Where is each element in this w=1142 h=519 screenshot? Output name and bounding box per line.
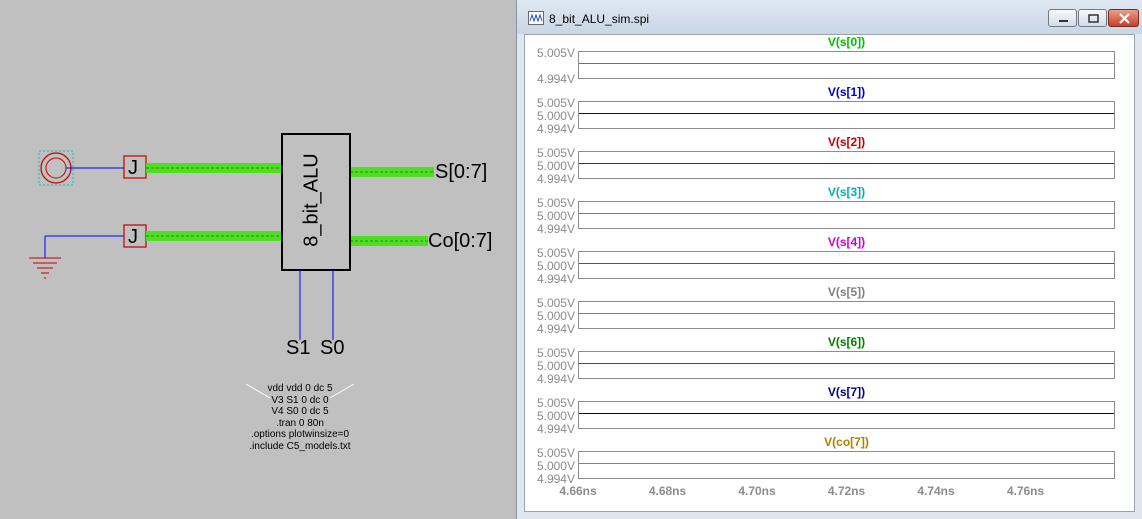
x-tick-label: 4.74ns (917, 484, 955, 498)
spice-line: .include C5_models.txt (249, 440, 351, 452)
trace-title[interactable]: V(s[2]) (747, 136, 947, 148)
y-tick-label: 5.000V (536, 259, 575, 273)
trace-line (579, 63, 1114, 64)
spice-directive[interactable]: vdd vdd 0 dc 5 V3 S1 0 dc 0 V4 S0 0 dc 5… (236, 383, 364, 452)
net-label-co[interactable]: Co[0:7] (428, 231, 492, 251)
y-tick-label: 5.005V (536, 246, 575, 260)
net-label-s1[interactable]: S1 (286, 338, 310, 358)
y-tick-label: 5.005V (536, 446, 575, 460)
y-tick-label: 4.994V (536, 372, 575, 386)
trace-line (579, 213, 1114, 214)
y-tick-label: 5.005V (536, 396, 575, 410)
waveform-window[interactable]: 8_bit_ALU_sim.spi V(s[0]) 5.005V 4.994V V(s… (516, 0, 1142, 519)
y-tick-label: 5.000V (536, 159, 575, 173)
y-tick-label: 4.994V (536, 222, 575, 236)
ground-icon (29, 257, 61, 279)
net-label-s0[interactable]: S0 (320, 338, 344, 358)
waveform-app-icon (528, 11, 544, 25)
x-tick-label: 4.66ns (559, 484, 597, 498)
window-titlebar[interactable]: 8_bit_ALU_sim.spi (517, 0, 1142, 34)
window-title: 8_bit_ALU_sim.spi (549, 12, 650, 26)
trace-title[interactable]: V(s[5]) (747, 286, 947, 298)
minimize-icon (1059, 20, 1068, 22)
plot-pane[interactable] (578, 251, 1115, 279)
y-tick-label: 5.005V (536, 296, 575, 310)
y-tick-label: 5.000V (536, 309, 575, 323)
trace-title[interactable]: V(s[0]) (747, 36, 947, 48)
spice-line: vdd vdd 0 dc 5 (267, 383, 333, 394)
trace-title[interactable]: V(s[7]) (747, 386, 947, 398)
net-label-s[interactable]: S[0:7] (435, 162, 487, 182)
plot-pane[interactable] (578, 451, 1115, 479)
trace-line (579, 113, 1114, 114)
y-tick-label: 4.994V (536, 172, 575, 186)
y-tick-label: 4.994V (536, 422, 575, 436)
plot-pane[interactable] (578, 351, 1115, 379)
y-tick-label: 5.000V (536, 409, 575, 423)
trace-title[interactable]: V(s[3]) (747, 186, 947, 198)
plot-pane[interactable] (578, 301, 1115, 329)
trace-line (579, 263, 1114, 264)
trace-line (579, 463, 1114, 464)
maximize-button[interactable] (1078, 9, 1107, 27)
y-tick-label: 5.005V (536, 96, 575, 110)
spice-line: V4 S0 0 dc 5 (271, 406, 329, 417)
x-tick-label: 4.76ns (1006, 484, 1045, 498)
trace-title[interactable]: V(co[7]) (747, 436, 947, 448)
plot-pane[interactable] (578, 151, 1115, 179)
plot-pane[interactable] (578, 401, 1115, 429)
port-label-j1: J (128, 157, 138, 179)
y-tick-label: 4.994V (536, 122, 575, 136)
spice-line: .tran 0 80n (276, 417, 324, 429)
y-tick-label: 5.005V (536, 196, 575, 210)
y-tick-label: 5.000V (536, 209, 575, 223)
y-tick-label: 5.005V (536, 46, 575, 60)
close-icon (1119, 13, 1130, 24)
y-tick-label: 5.005V (536, 346, 575, 360)
y-tick-label: 5.000V (536, 459, 575, 473)
plot-pane[interactable] (578, 201, 1115, 229)
y-tick-label: 4.994V (536, 72, 575, 86)
close-button[interactable] (1108, 9, 1139, 27)
port-label-j2: J (128, 226, 138, 248)
y-tick-label: 5.000V (536, 359, 575, 373)
trace-title[interactable]: V(s[1]) (747, 86, 947, 98)
y-tick-label: 4.994V (536, 272, 575, 286)
alu-label: 8_bit_ALU (300, 153, 323, 247)
plot-area[interactable]: V(s[0]) 5.005V 4.994V V(s[1]) 5.005V 5.000V 4.… (524, 34, 1135, 512)
y-tick-label: 5.000V (536, 109, 575, 123)
y-tick-label: 5.005V (536, 146, 575, 160)
x-tick-label: 4.70ns (738, 484, 776, 498)
restore-icon (1088, 14, 1099, 23)
x-tick-label: 4.68ns (648, 484, 687, 498)
plot-pane[interactable] (578, 101, 1115, 129)
schematic-canvas[interactable]: J J 8_bit_ALU S[0:7] Co[0:7] S1 S0 vdd v… (0, 0, 516, 519)
trace-title[interactable]: V(s[6]) (747, 336, 947, 348)
trace-line (579, 363, 1114, 364)
minimize-button[interactable] (1048, 9, 1077, 27)
x-tick-label: 4.72ns (827, 484, 866, 498)
trace-line (579, 313, 1114, 314)
spice-line: V3 S1 0 dc 0 (271, 394, 329, 406)
trace-line (579, 413, 1114, 414)
voltage-source-inner (45, 157, 67, 179)
plot-pane[interactable] (578, 51, 1115, 79)
y-tick-label: 4.994V (536, 322, 575, 336)
trace-title[interactable]: V(s[4]) (747, 236, 947, 248)
trace-line (579, 163, 1114, 164)
spice-line: .options plotwinsize=0 (250, 429, 350, 440)
